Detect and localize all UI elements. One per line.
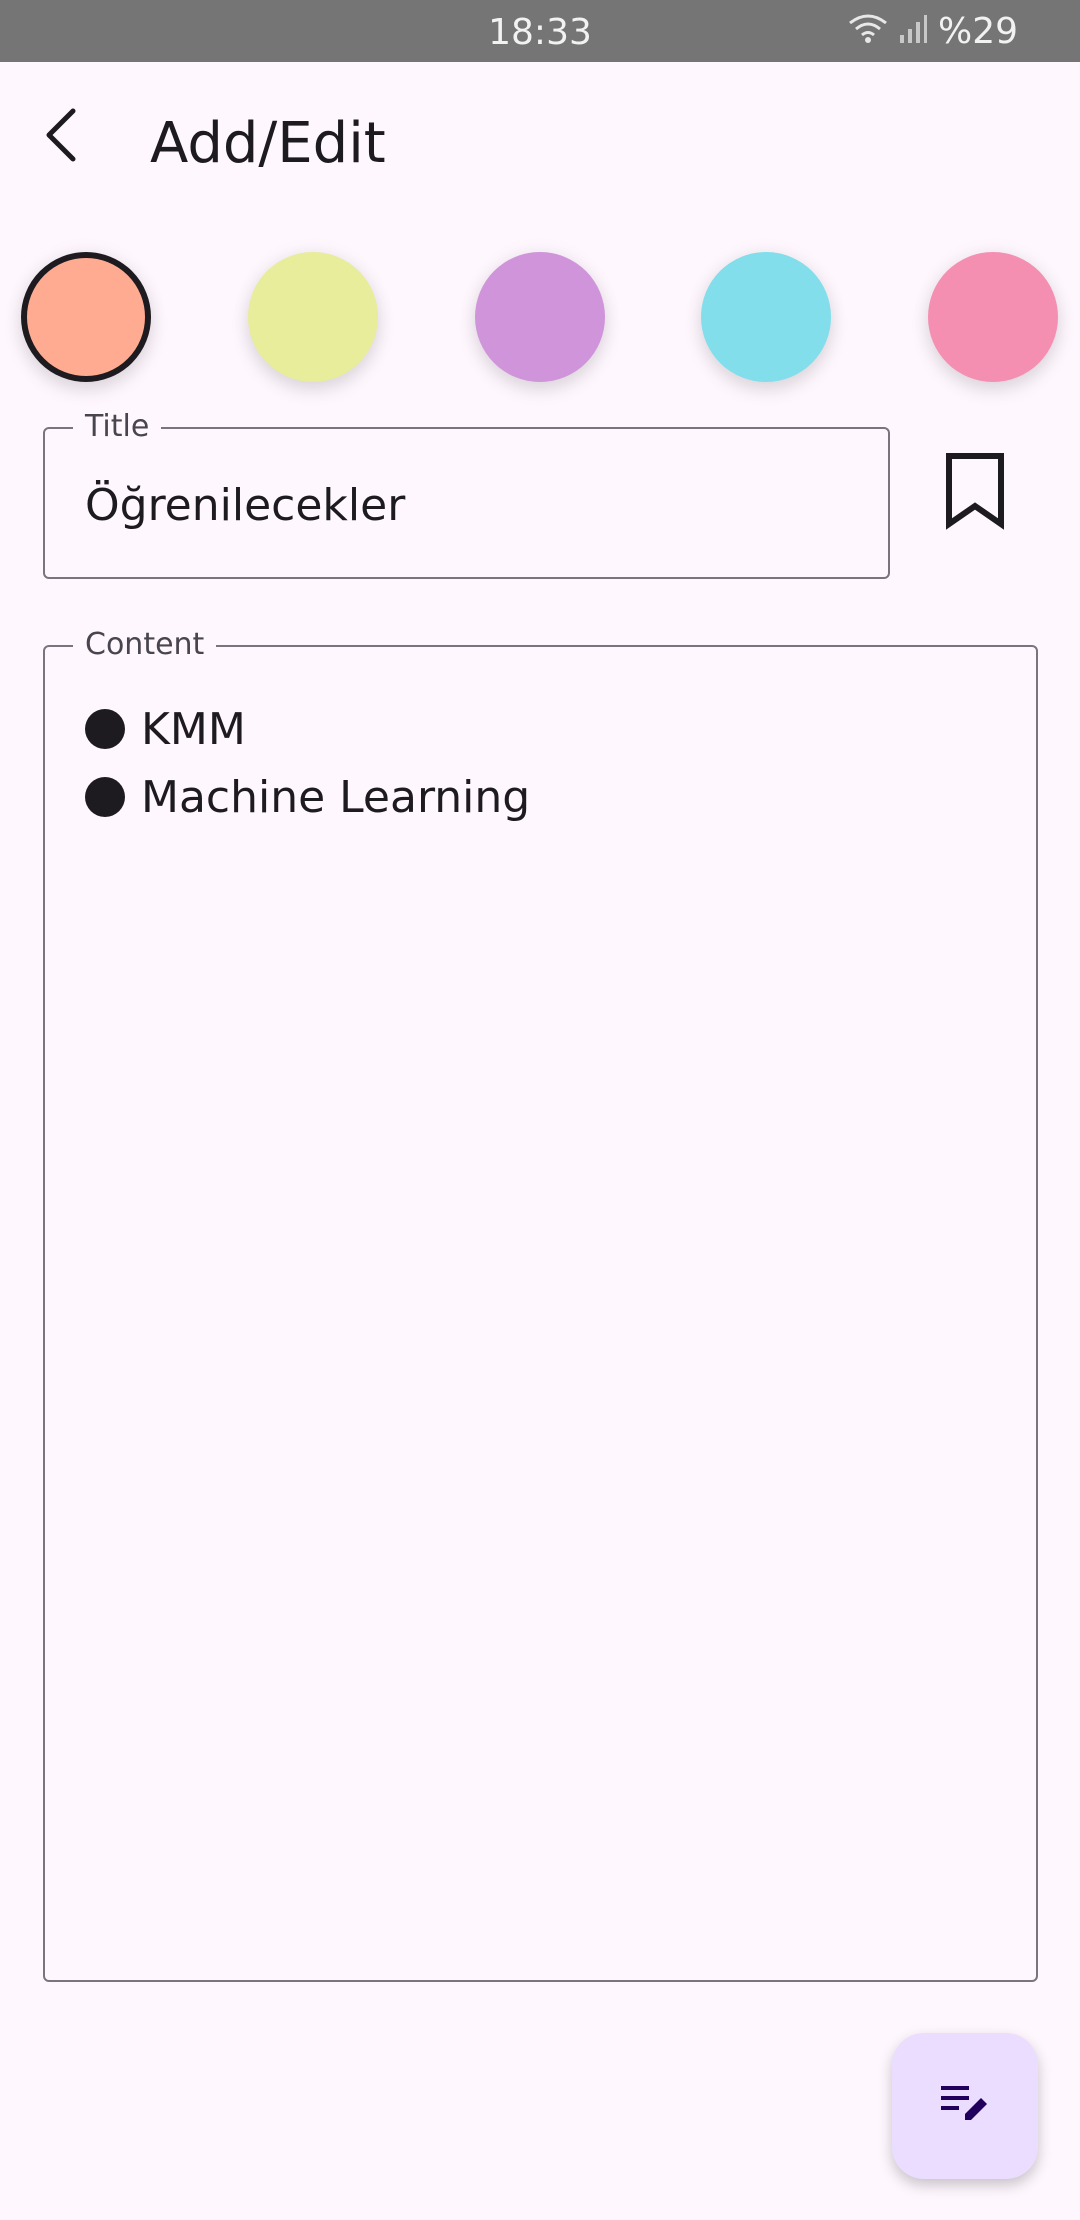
- top-app-bar: Add/Edit: [0, 62, 1080, 232]
- title-field[interactable]: Title Öğrenilecekler: [43, 409, 890, 579]
- page-title: Add/Edit: [150, 111, 386, 176]
- color-swatch-cyan[interactable]: [701, 252, 831, 382]
- wifi-icon: [848, 13, 888, 49]
- color-swatch-pink[interactable]: [928, 252, 1058, 382]
- title-input-value[interactable]: Öğrenilecekler: [85, 479, 405, 533]
- color-picker: [0, 232, 1080, 402]
- content-field[interactable]: Content KMM Machine Learning: [43, 627, 1038, 1982]
- signal-icon: [898, 13, 928, 49]
- list-item-text: Machine Learning: [141, 771, 531, 823]
- bullet-icon: [85, 777, 125, 817]
- content-field-label: Content: [73, 627, 217, 663]
- bullet-icon: [85, 709, 125, 749]
- color-swatch-yellow-green[interactable]: [248, 252, 378, 382]
- status-bar: 18:33 %29: [0, 0, 1080, 62]
- color-swatch-peach[interactable]: [21, 252, 151, 382]
- chevron-left-icon: [41, 107, 81, 167]
- list-item: KMM: [85, 695, 530, 763]
- bookmark-button[interactable]: [930, 447, 1020, 537]
- list-item: Machine Learning: [85, 763, 530, 831]
- edit-note-icon: [939, 2082, 991, 2130]
- content-list: KMM Machine Learning: [85, 695, 530, 831]
- bookmark-outline-icon: [943, 450, 1007, 534]
- status-indicators: %29: [848, 0, 1018, 62]
- battery-percent: %29: [937, 10, 1018, 52]
- list-item-text: KMM: [141, 703, 246, 755]
- back-button[interactable]: [30, 106, 92, 168]
- title-field-label: Title: [73, 409, 162, 445]
- color-swatch-purple[interactable]: [475, 252, 605, 382]
- save-note-fab[interactable]: [892, 2033, 1038, 2179]
